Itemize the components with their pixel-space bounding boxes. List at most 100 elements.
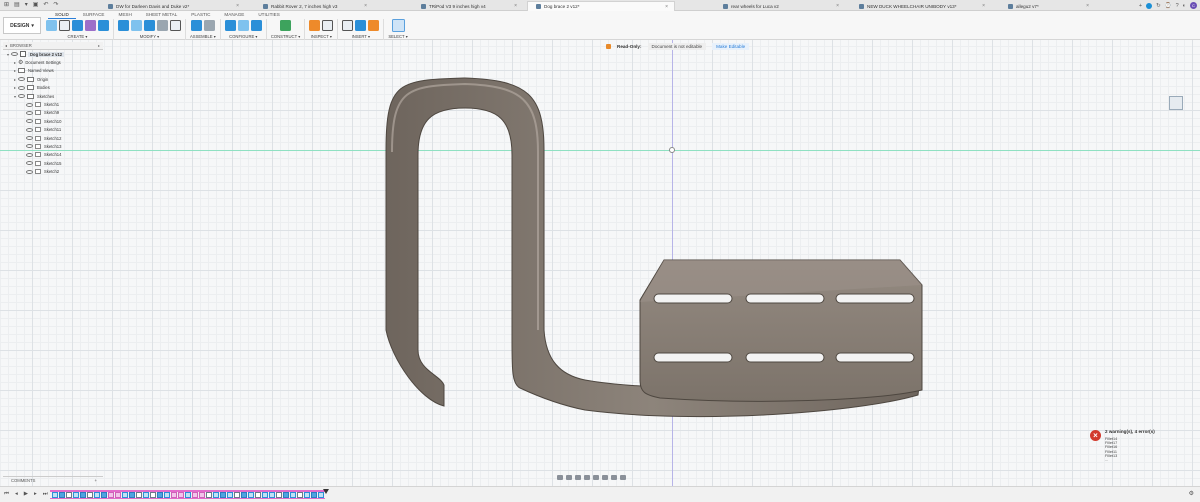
timeline-feature[interactable] <box>304 492 310 498</box>
visibility-icon[interactable] <box>18 94 25 99</box>
visibility-icon[interactable] <box>26 144 33 149</box>
sketch-item[interactable]: Sketch14 <box>3 151 103 159</box>
viewport-canvas[interactable] <box>0 40 1200 486</box>
configure-menu[interactable]: CONFIGURE ▾ <box>229 34 257 39</box>
close-icon[interactable]: × <box>514 3 517 9</box>
visibility-icon[interactable] <box>26 136 33 141</box>
insert-derive-icon[interactable] <box>342 20 354 31</box>
job-status-icon[interactable] <box>1146 2 1153 9</box>
new-tab-icon[interactable]: + <box>1139 3 1142 9</box>
timeline-feature[interactable] <box>80 492 86 498</box>
timeline-feature[interactable] <box>276 492 282 498</box>
grid-icon[interactable]: ⊞ <box>4 2 9 9</box>
offset-plane-icon[interactable] <box>280 20 292 31</box>
parameters-icon[interactable] <box>237 20 249 31</box>
timeline-feature[interactable] <box>241 492 247 498</box>
assemble-menu[interactable]: ASSEMBLE ▾ <box>190 34 216 39</box>
step-back-icon[interactable]: ◂ <box>15 491 18 498</box>
look-at-icon[interactable] <box>566 475 572 480</box>
file-dropdown-icon[interactable]: ▾ <box>25 2 28 9</box>
timeline-feature[interactable] <box>213 492 219 498</box>
tab-solid[interactable]: SOLID <box>48 11 76 19</box>
fillet-icon[interactable] <box>131 20 142 31</box>
notifications-icon[interactable]: ⌚ <box>1165 3 1172 9</box>
timeline-feature[interactable] <box>136 492 142 498</box>
document-tab[interactable]: Rabbit Rover 2, 7 inches high v3 × <box>255 1 373 11</box>
timeline-feature[interactable] <box>150 492 156 498</box>
timeline-feature[interactable] <box>283 492 289 498</box>
hole-icon[interactable] <box>98 20 109 31</box>
table-icon[interactable] <box>250 20 262 31</box>
play-icon[interactable]: ▶ <box>24 491 28 498</box>
press-pull-icon[interactable] <box>118 20 129 31</box>
timeline-feature[interactable] <box>255 492 261 498</box>
timeline-feature[interactable] <box>66 492 72 498</box>
insert-mcmaster-icon[interactable] <box>368 20 380 31</box>
timeline-feature[interactable] <box>185 492 191 498</box>
timeline-feature[interactable] <box>87 492 93 498</box>
add-comment-button[interactable]: + <box>95 477 97 484</box>
timeline-marker[interactable] <box>323 489 329 494</box>
timeline-feature[interactable] <box>115 492 121 498</box>
extrude-icon[interactable] <box>72 20 83 31</box>
browser-root[interactable]: ▾ Dog brace 2 v12 <box>3 50 103 58</box>
model-body[interactable] <box>0 40 1200 486</box>
construct-menu[interactable]: CONSTRUCT ▾ <box>271 34 300 39</box>
sketch-item[interactable]: Sketch11 <box>3 126 103 134</box>
warnings-panel[interactable]: × 2 warning(s), 4 error(s) Fillet14 Fill… <box>1090 428 1190 468</box>
visibility-icon[interactable] <box>26 102 33 107</box>
insert-menu[interactable]: INSERT ▾ <box>352 34 370 39</box>
timeline-feature[interactable] <box>220 492 226 498</box>
visibility-icon[interactable] <box>11 52 18 57</box>
new-component-icon[interactable] <box>46 20 57 31</box>
timeline-feature[interactable] <box>94 492 100 498</box>
browser-header[interactable]: ◂ BROWSER ▸ <box>3 42 103 50</box>
visibility-icon[interactable] <box>26 169 33 174</box>
grid-settings-icon[interactable] <box>611 475 617 480</box>
revolve-icon[interactable] <box>85 20 96 31</box>
skip-end-icon[interactable]: ⏭ <box>43 491 48 498</box>
orbit-icon[interactable] <box>557 475 563 480</box>
document-tab-active[interactable]: Dog brace 2 v12* × <box>527 1 675 11</box>
skip-start-icon[interactable]: ⏮ <box>4 491 9 498</box>
sketch-item[interactable]: Sketch1 <box>3 100 103 108</box>
create-menu[interactable]: CREATE ▾ <box>68 34 88 39</box>
timeline-feature[interactable] <box>122 492 128 498</box>
sketch-item[interactable]: Sketch9 <box>3 109 103 117</box>
timeline-feature[interactable] <box>129 492 135 498</box>
visibility-icon[interactable] <box>26 127 33 132</box>
new-component-assemble-icon[interactable] <box>190 20 202 31</box>
sketch-item[interactable]: Sketch15 <box>3 159 103 167</box>
timeline-feature[interactable] <box>52 492 58 498</box>
joint-icon[interactable] <box>203 20 215 31</box>
display-settings-icon[interactable] <box>602 475 608 480</box>
timeline-feature[interactable] <box>108 492 114 498</box>
timeline-feature[interactable] <box>143 492 149 498</box>
redo-icon[interactable]: ↷ <box>53 2 58 9</box>
save-icon[interactable]: ▣ <box>33 2 39 9</box>
sketch-item[interactable]: Sketch13 <box>3 142 103 150</box>
inspect-menu[interactable]: INSPECT ▾ <box>311 34 332 39</box>
select-menu[interactable]: SELECT ▾ <box>388 34 407 39</box>
refresh-icon[interactable]: ↻ <box>1156 3 1161 9</box>
browser-item-named-views[interactable]: ▸ Named Views <box>3 67 103 75</box>
undo-icon[interactable]: ↶ <box>43 2 48 9</box>
document-tab[interactable]: rear wheels for Luca v2 × <box>715 1 845 11</box>
modify-menu[interactable]: MODIFY ▾ <box>140 34 159 39</box>
close-icon[interactable]: × <box>982 3 985 9</box>
tab-utilities[interactable]: UTILITIES <box>251 11 286 19</box>
extensions-icon[interactable]: ◐ <box>1183 3 1186 9</box>
timeline-feature[interactable] <box>101 492 107 498</box>
timeline-feature[interactable] <box>262 492 268 498</box>
sketch-item[interactable]: Sketch12 <box>3 134 103 142</box>
browser-item-document-settings[interactable]: ▸ ⚙ Document Settings <box>3 58 103 66</box>
close-icon[interactable]: × <box>665 4 668 10</box>
file-icon[interactable]: ▤ <box>14 2 20 9</box>
close-icon[interactable]: × <box>836 3 839 9</box>
document-tab[interactable]: TRiPod V3 9 inches high v4 × <box>413 1 523 11</box>
timeline-feature[interactable] <box>290 492 296 498</box>
measure-icon[interactable] <box>309 20 321 31</box>
browser-item-sketches[interactable]: ▾ Sketches <box>3 92 103 100</box>
view-cube[interactable] <box>1166 92 1186 114</box>
timeline-feature[interactable] <box>192 492 198 498</box>
